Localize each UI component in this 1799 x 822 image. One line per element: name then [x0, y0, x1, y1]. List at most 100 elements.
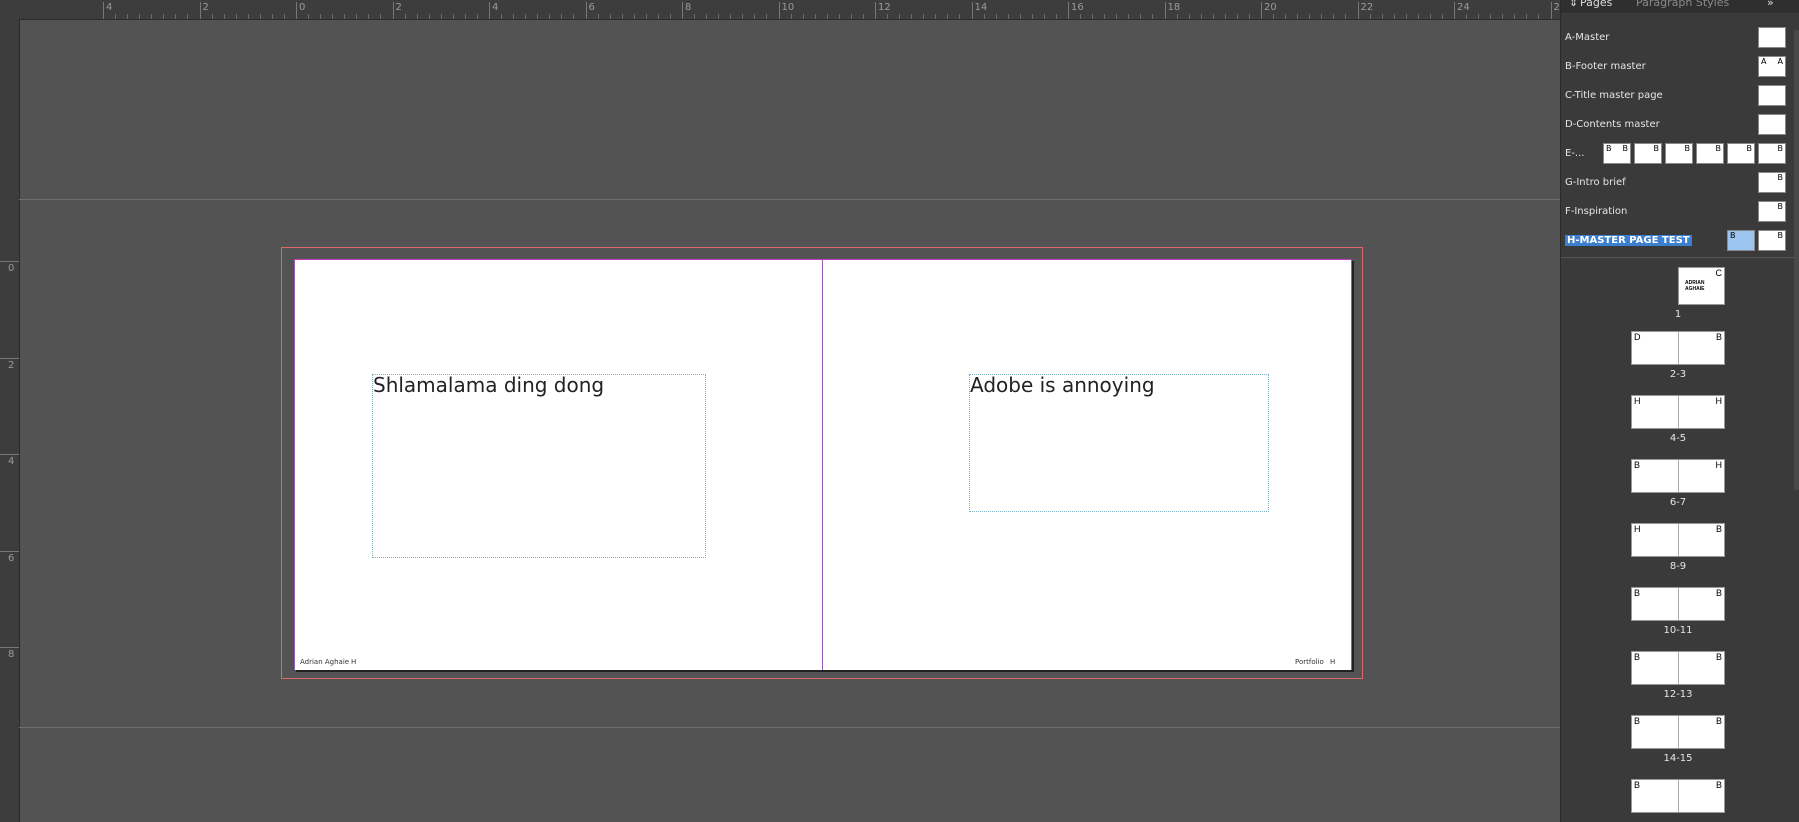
ruler-label: 10: [781, 2, 795, 13]
page-master-prefix-left: B: [1634, 780, 1641, 790]
master-row[interactable]: D-Contents master: [1565, 114, 1797, 136]
page-thumbnail[interactable]: BB: [1631, 651, 1725, 685]
master-thumbnail[interactable]: AA: [1758, 56, 1786, 77]
page-number-label: 8-9: [1669, 561, 1687, 572]
master-thumb-prefix-right: B: [1777, 173, 1784, 182]
ruler-tick: [392, 2, 394, 19]
master-thumbnail[interactable]: B: [1665, 143, 1693, 164]
ruler-minor-tick: [911, 14, 913, 19]
masters-divider[interactable]: [1561, 257, 1799, 258]
ruler-tick: [778, 2, 780, 19]
ruler-minor-tick: [1200, 14, 1202, 19]
page-thumbnail[interactable]: BB: [1631, 715, 1725, 749]
page-spread[interactable]: Shlamalama ding dong Adobe is annoying A…: [294, 259, 1352, 670]
page-thumbnail[interactable]: BB: [1631, 779, 1725, 813]
ruler-minor-tick: [633, 14, 635, 19]
ruler-tick: [585, 2, 587, 19]
ruler-minor-tick: [1080, 14, 1082, 19]
ruler-origin[interactable]: [0, 0, 19, 19]
ruler-tick: [0, 550, 19, 552]
master-thumbnail[interactable]: B: [1727, 143, 1755, 164]
ruler-minor-tick: [440, 14, 442, 19]
ruler-minor-tick: [742, 14, 744, 19]
ruler-minor-tick: [850, 14, 852, 19]
master-row[interactable]: B-Footer master A A: [1565, 56, 1797, 78]
master-row[interactable]: F-Inspiration B: [1565, 201, 1797, 223]
page-master-prefix-right: B: [1715, 652, 1722, 662]
master-thumb-prefix-left: B: [1730, 231, 1736, 240]
ruler-label: 18: [1167, 2, 1181, 13]
ruler-minor-tick: [1140, 14, 1142, 19]
page-thumb-spine: [1678, 716, 1679, 748]
master-thumb-prefix-left: A: [1761, 57, 1767, 66]
ruler-minor-tick: [428, 14, 430, 19]
master-label: C-Title master page: [1565, 90, 1663, 101]
ruler-minor-tick: [332, 14, 334, 19]
page-thumbnail[interactable]: BB: [1631, 587, 1725, 621]
master-thumbnail[interactable]: B: [1727, 230, 1755, 251]
master-thumbnail[interactable]: B: [1634, 143, 1662, 164]
ruler-minor-tick: [947, 14, 949, 19]
ruler-minor-tick: [1212, 14, 1214, 19]
ruler-minor-tick: [1092, 14, 1094, 19]
tab-pages[interactable]: Pages: [1580, 0, 1612, 9]
master-thumbnail[interactable]: [1758, 85, 1786, 106]
page-master-prefix-left: H: [1634, 524, 1641, 534]
ruler-minor-tick: [669, 14, 671, 19]
ruler-minor-tick: [1417, 14, 1419, 19]
ruler-minor-tick: [404, 14, 406, 19]
page-master-prefix-left: H: [1634, 396, 1641, 406]
panel-scrollbar[interactable]: [1794, 30, 1799, 490]
ruler-minor-tick: [1369, 14, 1371, 19]
vertical-ruler[interactable]: 0 2 4 6 8: [0, 19, 20, 822]
master-thumbnail[interactable]: B: [1758, 230, 1786, 251]
page-thumbnail[interactable]: HB: [1631, 523, 1725, 557]
master-row[interactable]: A-Master: [1565, 27, 1797, 49]
master-thumbnail[interactable]: B: [1696, 143, 1724, 164]
page-number-label: 10-11: [1663, 625, 1693, 636]
ruler-minor-tick: [1176, 14, 1178, 19]
page-thumbnail[interactable]: C ADRIAN AGHAIE: [1678, 267, 1725, 305]
page-thumbnail[interactable]: BH: [1631, 459, 1725, 493]
page-thumbnail[interactable]: HH: [1631, 395, 1725, 429]
ruler-minor-tick: [1345, 14, 1347, 19]
ruler-minor-tick: [1297, 14, 1299, 19]
ruler-minor-tick: [1490, 14, 1492, 19]
master-row[interactable]: C-Title master page: [1565, 85, 1797, 107]
right-text-frame[interactable]: Adobe is annoying: [969, 373, 1269, 512]
master-thumbnail[interactable]: B: [1758, 172, 1786, 193]
left-text-frame[interactable]: Shlamalama ding dong: [372, 373, 706, 558]
master-thumb-prefix-right: A: [1777, 57, 1783, 66]
tab-paragraph-styles[interactable]: Paragraph Styles: [1636, 0, 1729, 9]
master-row[interactable]: H-MASTER PAGE TEST B B: [1565, 230, 1797, 252]
master-thumbnail[interactable]: [1758, 27, 1786, 48]
master-row[interactable]: E-... B B B B B B B: [1565, 143, 1797, 165]
ruler-label: 4: [8, 456, 15, 467]
page-number-label: 14-15: [1663, 753, 1693, 764]
page-thumb-spine: [1678, 396, 1679, 428]
master-row[interactable]: G-Intro brief B: [1565, 172, 1797, 194]
horizontal-ruler[interactable]: 4202468101214161820222426: [0, 0, 1636, 20]
panel-menu-icon[interactable]: »: [1767, 0, 1774, 9]
master-thumbnail[interactable]: [1758, 114, 1786, 135]
footer-right-text: Portfolio: [1295, 658, 1324, 666]
ruler-minor-tick: [597, 14, 599, 19]
page-master-prefix-left: B: [1634, 652, 1641, 662]
pasteboard-guide: [19, 199, 1560, 200]
master-thumb-prefix-right: B: [1777, 144, 1784, 153]
ruler-tick: [682, 2, 683, 19]
ruler-label: 14: [974, 2, 988, 13]
ruler-minor-tick: [1273, 14, 1275, 19]
ruler-minor-tick: [452, 14, 454, 19]
master-thumb-prefix-right: B: [1777, 231, 1784, 240]
ruler-label: 12: [878, 2, 891, 13]
page-thumbnail[interactable]: DB: [1631, 331, 1725, 365]
ruler-minor-tick: [1188, 14, 1190, 19]
master-thumbnail[interactable]: BB: [1603, 143, 1631, 164]
page-master-prefix-left: B: [1634, 716, 1641, 726]
ruler-minor-tick: [464, 14, 466, 19]
ruler-label: 4: [492, 2, 499, 13]
master-thumbnail[interactable]: B: [1758, 201, 1786, 222]
master-thumb-prefix-right: B: [1715, 144, 1722, 153]
master-thumbnail[interactable]: B: [1758, 143, 1786, 164]
